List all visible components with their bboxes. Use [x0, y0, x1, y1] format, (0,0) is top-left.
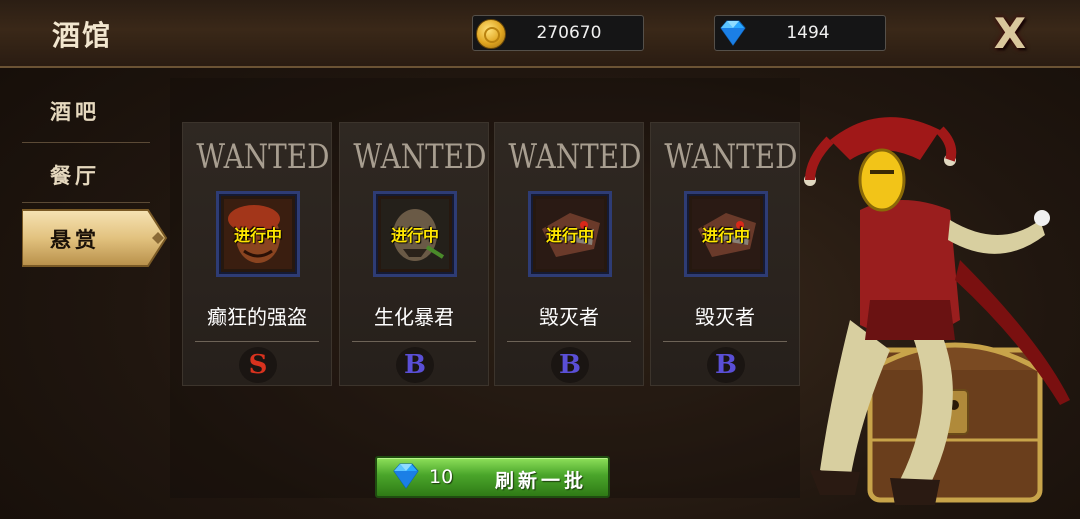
bounty-portrait: 进行中 [684, 191, 768, 277]
bounty-card[interactable]: WANTED 进行中 毁灭者 B [494, 122, 644, 386]
bounty-name: 毁灭者 [695, 305, 755, 329]
bounty-name: 癫狂的强盗 [207, 305, 307, 329]
sidebar-item-label: 悬赏 [50, 227, 100, 252]
grade-badge: S [239, 347, 277, 383]
gold-counter: 270670 [472, 15, 644, 51]
refresh-button[interactable]: 10 刷新一批 [375, 456, 610, 498]
wanted-header: WANTED [196, 137, 330, 177]
sidebar-divider [22, 142, 150, 143]
grade-badge: B [551, 347, 589, 383]
sidebar-divider [22, 202, 150, 203]
gem-value: 1494 [786, 23, 830, 43]
bounty-name: 毁灭者 [539, 305, 599, 329]
grade-badge: B [707, 347, 745, 383]
bounty-name: 生化暴君 [374, 305, 454, 329]
status-badge: 进行中 [545, 226, 594, 245]
bounty-portrait: 进行中 [373, 191, 457, 277]
card-divider [352, 341, 476, 342]
sidebar-item-restaurant[interactable]: 餐厅 [22, 148, 150, 200]
wanted-header: WANTED [664, 137, 798, 177]
top-bar: 酒馆 270670 1494 X [0, 0, 1080, 68]
gem-counter: 1494 [714, 15, 886, 51]
sidebar-item-bar[interactable]: 酒吧 [22, 84, 150, 136]
diamond-icon [393, 463, 419, 489]
bounty-card[interactable]: WANTED 进行中 癫狂的强盗 S [182, 122, 332, 386]
bounty-portrait: 进行中 [528, 191, 612, 277]
refresh-cost: 10 [429, 466, 454, 488]
bounty-card[interactable]: WANTED 进行中 生化暴君 B [339, 122, 489, 386]
wanted-header: WANTED [353, 137, 487, 177]
grade-badge: B [396, 347, 434, 383]
jester-mascot-illustration [804, 117, 1070, 505]
card-divider [663, 341, 787, 342]
status-badge: 进行中 [390, 226, 439, 245]
status-badge: 进行中 [233, 226, 282, 245]
sidebar-item-label: 酒吧 [50, 99, 100, 124]
status-badge: 进行中 [701, 226, 750, 245]
sidebar-item-label: 餐厅 [50, 163, 100, 188]
bounty-portrait: 进行中 [216, 191, 300, 277]
refresh-label: 刷新一批 [495, 470, 588, 492]
page-title: 酒馆 [52, 19, 113, 52]
wanted-header: WANTED [508, 137, 642, 177]
gold-value: 270670 [536, 23, 602, 43]
bounty-card[interactable]: WANTED 进行中 毁灭者 B [650, 122, 800, 386]
card-divider [507, 341, 631, 342]
card-divider [195, 341, 319, 342]
close-button[interactable]: X [988, 12, 1032, 56]
sidebar-item-bounty[interactable]: 悬赏 [22, 208, 168, 268]
